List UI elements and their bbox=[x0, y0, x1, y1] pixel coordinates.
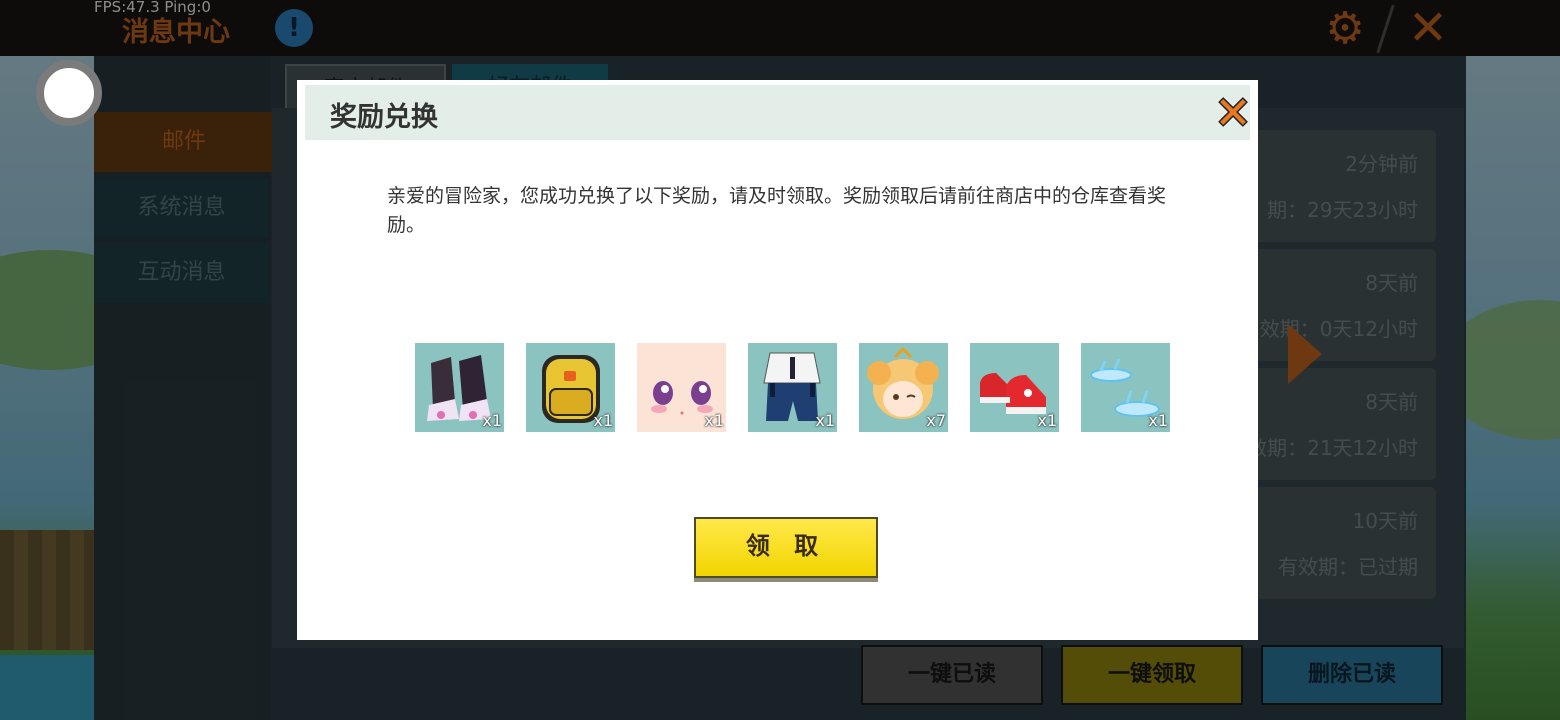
reward-item[interactable]: x1 bbox=[970, 343, 1059, 432]
reward-count: x1 bbox=[815, 411, 835, 430]
dialog-title: 奖励兑换 bbox=[330, 102, 438, 133]
reward-item[interactable]: x1 bbox=[1081, 343, 1170, 432]
reward-exchange-dialog: 奖励兑换 ✕ 亲爱的冒险家，您成功兑换了以下奖励，请及时领取。奖励领取后请前往商… bbox=[297, 80, 1258, 640]
reward-count: x1 bbox=[1037, 411, 1057, 430]
claim-button[interactable]: 领 取 bbox=[694, 517, 878, 578]
dialog-header: 奖励兑换 ✕ bbox=[305, 85, 1251, 140]
reward-item[interactable]: x7 bbox=[859, 343, 948, 432]
reward-item[interactable]: x1 bbox=[748, 343, 837, 432]
dialog-message: 亲爱的冒险家，您成功兑换了以下奖励，请及时领取。奖励领取后请前往商店中的仓库查看… bbox=[387, 185, 1167, 236]
close-icon[interactable]: ✕ bbox=[1212, 92, 1254, 136]
reward-item[interactable]: x1 bbox=[526, 343, 615, 432]
floating-ball-icon[interactable] bbox=[36, 60, 102, 126]
reward-count: x1 bbox=[593, 411, 613, 430]
reward-item[interactable]: x1 bbox=[637, 343, 726, 432]
reward-count: x1 bbox=[1148, 411, 1168, 430]
reward-count: x7 bbox=[926, 411, 946, 430]
reward-item[interactable]: x1 bbox=[415, 343, 504, 432]
reward-count: x1 bbox=[482, 411, 502, 430]
reward-count: x1 bbox=[704, 411, 724, 430]
